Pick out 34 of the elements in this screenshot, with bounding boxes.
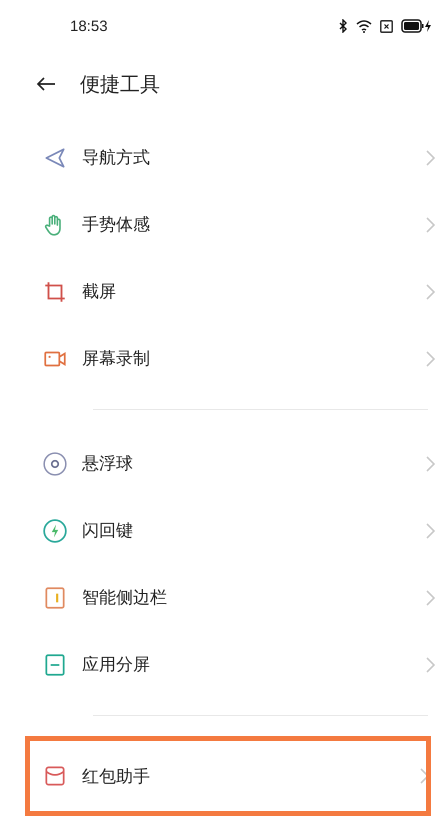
setting-row[interactable]: 悬浮球: [0, 430, 443, 497]
chevron-icon: [425, 350, 437, 368]
lightning-icon: [42, 518, 68, 544]
setting-row[interactable]: 手势体感: [0, 191, 443, 258]
battery-charging-icon: [401, 19, 431, 33]
setting-label: 红包助手: [82, 766, 150, 788]
setting-label: 导航方式: [82, 147, 150, 169]
chevron-icon: [425, 522, 437, 540]
status-time: 18:53: [70, 18, 108, 34]
chevron-icon: [425, 454, 437, 472]
bluetooth-icon: [339, 19, 348, 33]
setting-label: 闪回键: [82, 520, 133, 542]
page-title: 便捷工具: [80, 70, 160, 98]
setting-label: 手势体感: [82, 214, 150, 236]
circle-icon: [42, 450, 68, 476]
setting-label: 截屏: [82, 281, 116, 303]
setting-row[interactable]: 导航方式: [0, 124, 443, 191]
chevron-icon: [425, 148, 437, 166]
sim-icon: [380, 20, 393, 32]
wifi-icon: [356, 20, 372, 32]
setting-label: 悬浮球: [82, 453, 133, 475]
highlighted-setting-row[interactable]: 红包助手: [25, 736, 431, 816]
setting-row[interactable]: 智能侧边栏: [0, 564, 443, 631]
setting-label: 智能侧边栏: [82, 587, 167, 609]
chevron-icon: [425, 282, 437, 300]
chevron-icon: [425, 656, 437, 674]
setting-row[interactable]: 闪回键: [0, 497, 443, 564]
setting-label: 屏幕录制: [82, 348, 150, 370]
chevron-icon: [425, 588, 437, 606]
setting-label: 应用分屏: [82, 654, 150, 676]
setting-row[interactable]: 应用分屏: [0, 631, 443, 698]
setting-row[interactable]: 屏幕录制: [0, 325, 443, 392]
chevron-icon: [425, 216, 437, 234]
setting-row[interactable]: 截屏: [0, 258, 443, 325]
